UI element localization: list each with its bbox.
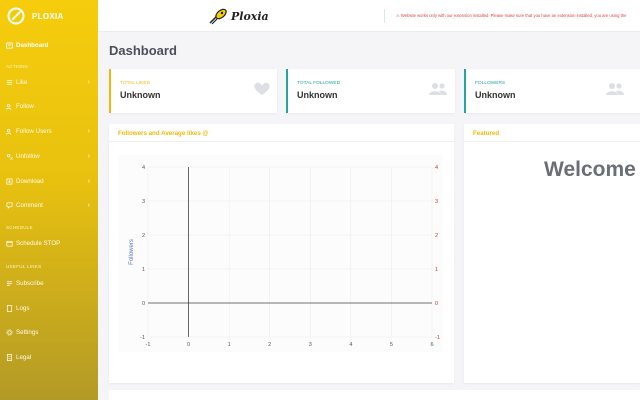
x-tick-label: 2 <box>268 342 271 348</box>
stat-value: Unknown <box>297 90 338 100</box>
sidebar-item-legal[interactable]: Legal <box>0 350 98 364</box>
users-icon <box>429 83 447 95</box>
x-tick-label: 1 <box>228 342 231 348</box>
sidebar-item-label: Comment <box>16 201 43 209</box>
users-icon <box>606 83 624 95</box>
sidebar-item-follow-users[interactable]: Follow Users › <box>0 124 98 138</box>
stat-value: Unknown <box>475 90 516 100</box>
stat-label: TOTAL FOLLOWED <box>297 81 341 86</box>
followers-likes-chart: -10123456-101234-101234FollowersAverage … <box>129 165 454 348</box>
y-right-tick-label: 2 <box>435 233 438 239</box>
chevron-right-icon: › <box>87 201 90 209</box>
y-left-tick-label: 0 <box>142 301 145 307</box>
brand-name: PLOXIA <box>32 11 64 21</box>
sidebar-item-schedule-stop[interactable]: Schedule STOP <box>0 236 98 250</box>
x-tick-label: 4 <box>349 342 352 348</box>
top-logo[interactable]: Ploxia <box>208 7 269 25</box>
users-icon <box>6 128 13 135</box>
top-bar: Ploxia ⚠ Website works only with our ext… <box>98 0 640 32</box>
users-icon <box>6 103 13 110</box>
download-icon <box>6 178 13 185</box>
x-tick-label: 3 <box>309 342 312 348</box>
document-icon <box>6 353 13 361</box>
stat-card-followers: FOLLOWERS Unknown <box>464 69 640 113</box>
dashboard-icon <box>6 41 13 49</box>
page-title: Dashboard <box>109 43 177 58</box>
y-left-tick-label: 2 <box>142 233 145 239</box>
section-actions: ACTIONS <box>6 64 29 69</box>
sidebar-item-settings[interactable]: Settings <box>0 325 98 339</box>
heart-icon <box>254 82 270 95</box>
sidebar-item-label: Schedule STOP <box>16 239 61 247</box>
chevron-right-icon: › <box>87 177 90 185</box>
sidebar: PLOXIA Dashboard ACTIONS Like › Follow F… <box>0 0 98 400</box>
sidebar-item-label: Dashboard <box>16 41 49 49</box>
chevron-right-icon: › <box>87 78 90 86</box>
featured-panel: Featured Welcome <box>464 124 640 383</box>
sidebar-item-dashboard[interactable]: Dashboard <box>0 38 98 52</box>
subscribe-icon <box>6 280 13 287</box>
sidebar-item-follow[interactable]: Follow <box>0 99 98 113</box>
document-icon <box>6 304 13 312</box>
y-left-axis-label: Followers <box>129 239 135 265</box>
x-tick-label: 0 <box>187 342 190 348</box>
sidebar-item-label: Legal <box>16 353 32 361</box>
chevron-right-icon: › <box>87 127 90 135</box>
x-tick-label: 5 <box>390 342 393 348</box>
sidebar-item-label: Unfollow <box>16 152 40 160</box>
sidebar-item-label: Download <box>16 177 44 185</box>
chart-area: -10123456-101234-101234FollowersAverage … <box>118 155 454 352</box>
ploxia-logo-icon <box>7 7 25 25</box>
y-right-tick-label: -1 <box>435 335 440 341</box>
comment-icon <box>6 202 13 209</box>
sidebar-item-unfollow[interactable]: Unfollow › <box>0 149 98 163</box>
y-right-tick-label: 4 <box>435 165 438 171</box>
sidebar-item-like[interactable]: Like › <box>0 75 98 89</box>
brand[interactable]: PLOXIA <box>0 0 98 32</box>
y-left-tick-label: 3 <box>142 199 145 205</box>
chart-panel: Followers and Average likes @ -1 0 1 2 3 4 5 6-… <box>109 124 454 383</box>
sidebar-item-label: Settings <box>16 328 39 336</box>
top-divider <box>384 9 385 23</box>
y-right-tick-label: 0 <box>435 301 438 307</box>
sidebar-item-label: Follow Users <box>16 127 52 135</box>
unfollow-icon <box>6 153 13 160</box>
sidebar-item-label: Follow <box>16 102 34 110</box>
chart-panel-header: Followers and Average likes @ <box>109 124 454 142</box>
y-left-tick-label: -1 <box>140 335 145 341</box>
stat-value: Unknown <box>120 90 161 100</box>
sidebar-item-comment[interactable]: Comment › <box>0 198 98 212</box>
help-icon[interactable]: @ <box>203 130 209 137</box>
sidebar-item-logs[interactable]: Logs <box>0 301 98 315</box>
extension-warning: ⚠ Website works only with our extension … <box>396 13 627 18</box>
featured-panel-header: Featured <box>464 124 640 142</box>
calendar-icon <box>6 240 13 247</box>
section-schedule: SCHEDULE <box>6 225 33 230</box>
y-left-tick-label: 4 <box>142 165 145 171</box>
rocket-icon <box>209 8 227 25</box>
sidebar-item-label: Like <box>16 78 28 86</box>
chevron-right-icon: › <box>87 152 90 160</box>
welcome-heading: Welcome <box>544 158 636 181</box>
top-logo-text: Ploxia <box>231 9 269 23</box>
section-useful-links: USEFUL LINKS <box>6 264 42 269</box>
gear-icon <box>6 328 13 336</box>
stat-card-total-liked: TOTAL LIKED Unknown <box>109 69 277 113</box>
stat-card-total-followed: TOTAL FOLLOWED Unknown <box>286 69 455 113</box>
y-right-tick-label: 3 <box>435 199 438 205</box>
bottom-panel <box>109 390 640 400</box>
x-tick-label: -1 <box>146 342 151 348</box>
stat-label: FOLLOWERS <box>475 81 506 86</box>
list-icon <box>6 79 13 86</box>
sidebar-item-label: Logs <box>16 304 30 312</box>
stat-label: TOTAL LIKED <box>120 81 151 86</box>
sidebar-item-subscribe[interactable]: Subscribe <box>0 276 98 290</box>
x-tick-label: 6 <box>430 342 433 348</box>
y-right-tick-label: 1 <box>435 267 438 273</box>
chart-panel-title: Followers and Average likes <box>118 130 201 137</box>
y-left-tick-label: 1 <box>142 267 145 273</box>
sidebar-item-label: Subscribe <box>16 279 44 287</box>
sidebar-item-download[interactable]: Download › <box>0 174 98 188</box>
